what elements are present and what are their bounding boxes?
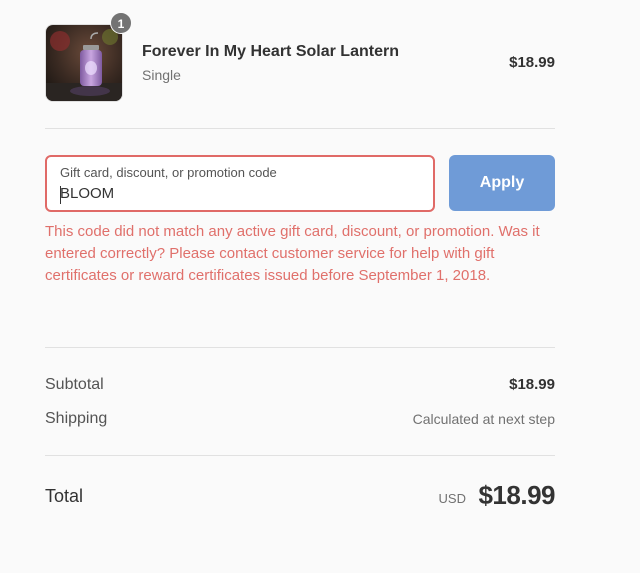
shipping-label: Shipping (45, 410, 108, 427)
product-name: Forever In My Heart Solar Lantern (142, 43, 399, 60)
divider (45, 455, 555, 456)
divider (45, 128, 555, 129)
shipping-value: Calculated at next step (412, 411, 555, 427)
text-cursor (60, 186, 61, 204)
discount-error-message: This code did not match any active gift … (45, 223, 540, 284)
subtotal-value: $18.99 (509, 376, 555, 393)
product-image (45, 24, 123, 102)
discount-code-label: Gift card, discount, or promotion code (60, 165, 277, 180)
product-thumbnail-wrapper: 1 (45, 12, 132, 102)
subtotal-label: Subtotal (45, 376, 104, 393)
discount-code-field[interactable]: Gift card, discount, or promotion code (45, 155, 435, 212)
product-variant: Single (142, 67, 181, 83)
cart-item: 1 Forever In My Heart Solar Lantern Sing… (45, 12, 555, 102)
quantity-badge: 1 (110, 12, 132, 34)
currency-code: USD (438, 491, 466, 506)
solar-lantern-product-image (46, 25, 122, 101)
discount-code-input[interactable] (60, 185, 420, 202)
total-price: $18.99 (478, 480, 555, 510)
total-label: Total (45, 486, 84, 506)
product-price: $18.99 (509, 54, 555, 71)
divider (45, 347, 555, 348)
apply-button[interactable]: Apply (449, 155, 555, 211)
